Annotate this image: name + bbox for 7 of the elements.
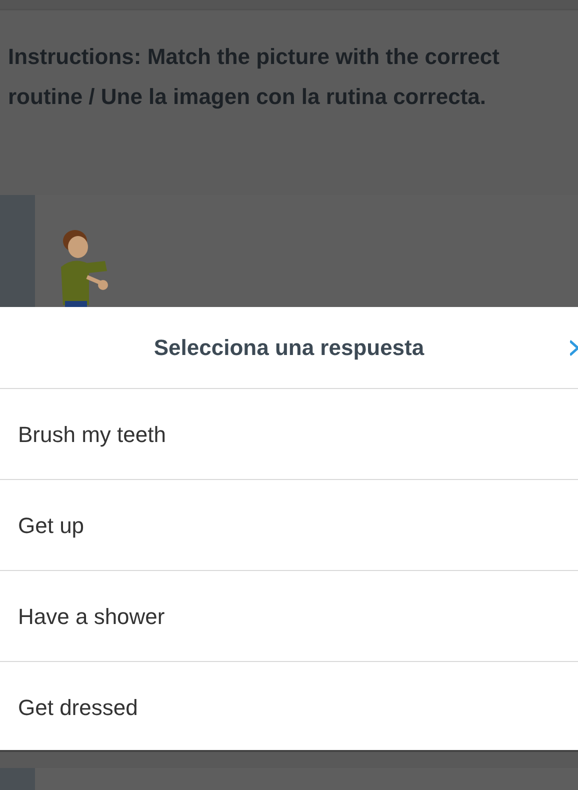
close-icon[interactable] [570,340,578,356]
answer-option[interactable]: Get up [18,508,84,542]
answer-option[interactable]: Have a shower [18,600,165,632]
answer-option[interactable]: Brush my teeth [18,418,166,450]
answer-option[interactable]: Get dressed [18,691,138,724]
instructions-text: Instructions: Match the picture with the correct routine / Une la imagen con la rutina correcta. [8,43,500,111]
sheet-title: Selecciona una respuesta [154,334,424,362]
